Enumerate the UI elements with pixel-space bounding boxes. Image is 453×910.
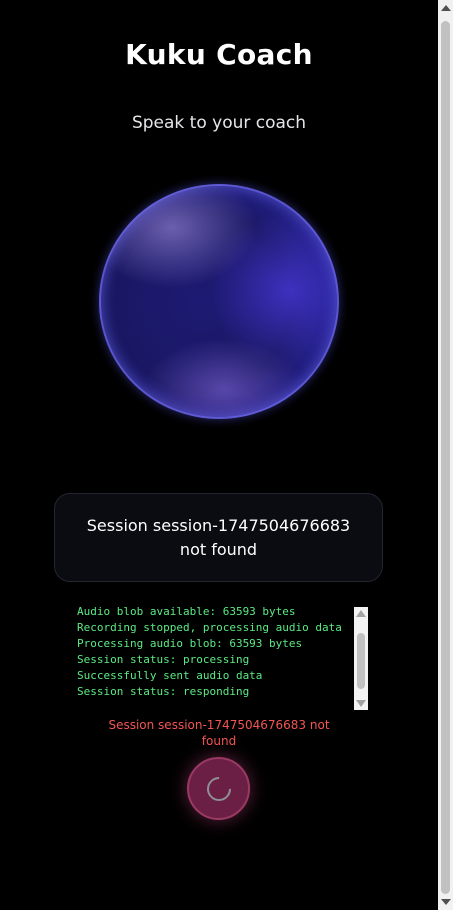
scroll-up-arrow-icon[interactable] [356,610,366,617]
page-scrollbar[interactable] [438,0,453,910]
error-message: Session session-1747504676683 not found [108,718,330,748]
page-scroll-thumb[interactable] [441,21,450,894]
voice-orb [99,184,339,419]
scroll-down-arrow-icon[interactable] [356,700,366,707]
loading-spinner-icon [201,771,236,806]
status-card: Session session-1747504676683 not found [54,493,383,582]
log-line: Session status: processing [77,653,250,666]
log-list: Audio blob available: 63593 bytes Record… [77,604,357,700]
log-line: Successfully sent audio data [77,669,263,682]
log-scrollbar[interactable] [354,607,368,710]
page-title: Kuku Coach [125,38,313,71]
coach-page: Kuku Coach Speak to your coach Session s… [0,0,438,910]
log-line: Processing audio blob: 63593 bytes [77,637,303,650]
page-subtitle: Speak to your coach [131,113,307,133]
log-line: Audio blob available: 63593 bytes [77,605,296,618]
record-button[interactable] [187,757,250,820]
status-message: Session session-1747504676683 not found [86,515,351,559]
log-line: Recording stopped, processing audio data [77,621,342,634]
debug-log-panel[interactable]: Audio blob available: 63593 bytes Record… [69,603,369,710]
log-line: Session status: responding [77,685,250,698]
scroll-down-arrow-icon[interactable] [441,899,451,905]
log-scroll-thumb[interactable] [357,633,365,689]
app-viewport: Kuku Coach Speak to your coach Session s… [0,0,453,910]
scroll-up-arrow-icon[interactable] [441,5,451,11]
